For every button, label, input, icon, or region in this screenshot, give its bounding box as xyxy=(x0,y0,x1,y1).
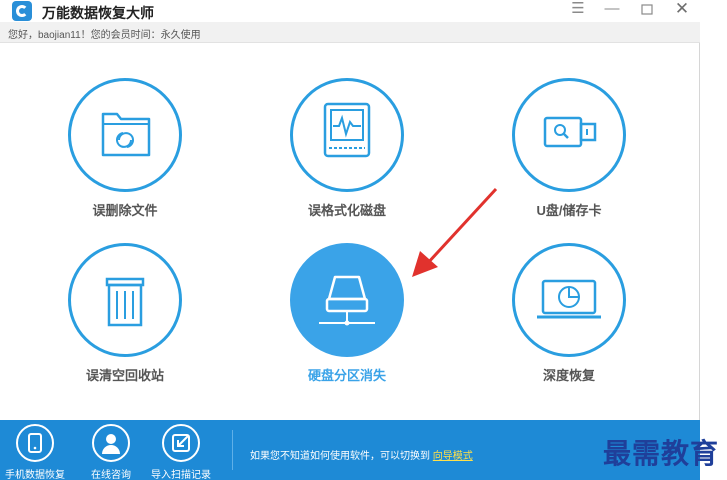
tile-label: 硬盘分区消失 xyxy=(307,368,386,383)
phone-icon xyxy=(16,424,54,462)
disk-waveform-icon xyxy=(323,102,371,158)
tile-label: U盘/储存卡 xyxy=(536,203,602,218)
tile-recycle-bin[interactable]: 误清空回收站 xyxy=(45,243,205,393)
tile-label: 误格式化磁盘 xyxy=(307,203,386,218)
tile-label: 误删除文件 xyxy=(92,203,158,218)
tile-usb-card[interactable]: U盘/储存卡 xyxy=(489,78,649,228)
usb-drive-icon xyxy=(543,116,597,148)
folder-recycle-icon xyxy=(101,112,151,157)
tile-deleted-files[interactable]: 误删除文件 xyxy=(45,78,205,228)
app-window: 万能数据恢复大师 ☰ — ✕ 您好，baojian11！您的会员时间：永久使用 … xyxy=(0,0,700,480)
menu-icon[interactable]: ☰ xyxy=(566,0,590,20)
person-icon xyxy=(92,424,130,462)
member-info-bar: 您好，baojian11！您的会员时间：永久使用 xyxy=(0,22,700,43)
tile-formatted-disk[interactable]: 误格式化磁盘 xyxy=(267,78,427,228)
minimize-icon[interactable]: — xyxy=(600,0,624,20)
tile-deep-recovery[interactable]: 深度恢复 xyxy=(489,243,649,393)
bottom-item-label: 手机数据恢复 xyxy=(5,470,65,480)
hard-drive-partition-icon xyxy=(319,275,375,326)
online-consult-button[interactable]: 在线咨询 xyxy=(76,424,146,480)
app-title: 万能数据恢复大师 xyxy=(42,5,154,21)
watermark-logo: 最需教育 xyxy=(603,437,720,470)
maximize-icon[interactable] xyxy=(635,0,659,20)
app-logo-icon xyxy=(12,1,32,21)
import-scan-record-button[interactable]: 导入扫描记录 xyxy=(146,424,216,480)
import-icon xyxy=(162,424,200,462)
phone-recovery-button[interactable]: 手机数据恢复 xyxy=(0,424,70,480)
tile-label: 误清空回收站 xyxy=(85,368,164,383)
tile-label: 深度恢复 xyxy=(542,368,595,383)
trash-bin-icon xyxy=(105,277,145,327)
close-icon[interactable]: ✕ xyxy=(670,0,694,20)
monitor-scan-icon xyxy=(537,279,601,319)
wizard-mode-link[interactable]: 向导模式 xyxy=(433,451,473,462)
bottom-item-label: 在线咨询 xyxy=(91,470,131,480)
title-bar: 万能数据恢复大师 ☰ — ✕ xyxy=(0,0,700,22)
wizard-hint-text: 如果您不知道如何使用软件，可以切换到 xyxy=(250,451,430,462)
pointer-arrow-icon xyxy=(412,187,498,277)
tile-partition-lost[interactable]: 硬盘分区消失 xyxy=(267,243,427,393)
wizard-hint: 如果您不知道如何使用软件，可以切换到 向导模式 xyxy=(250,447,473,462)
bottom-item-label: 导入扫描记录 xyxy=(151,470,211,480)
bottom-divider xyxy=(232,430,233,470)
member-greeting: 您好，baojian11！您的会员时间：永久使用 xyxy=(8,30,201,41)
